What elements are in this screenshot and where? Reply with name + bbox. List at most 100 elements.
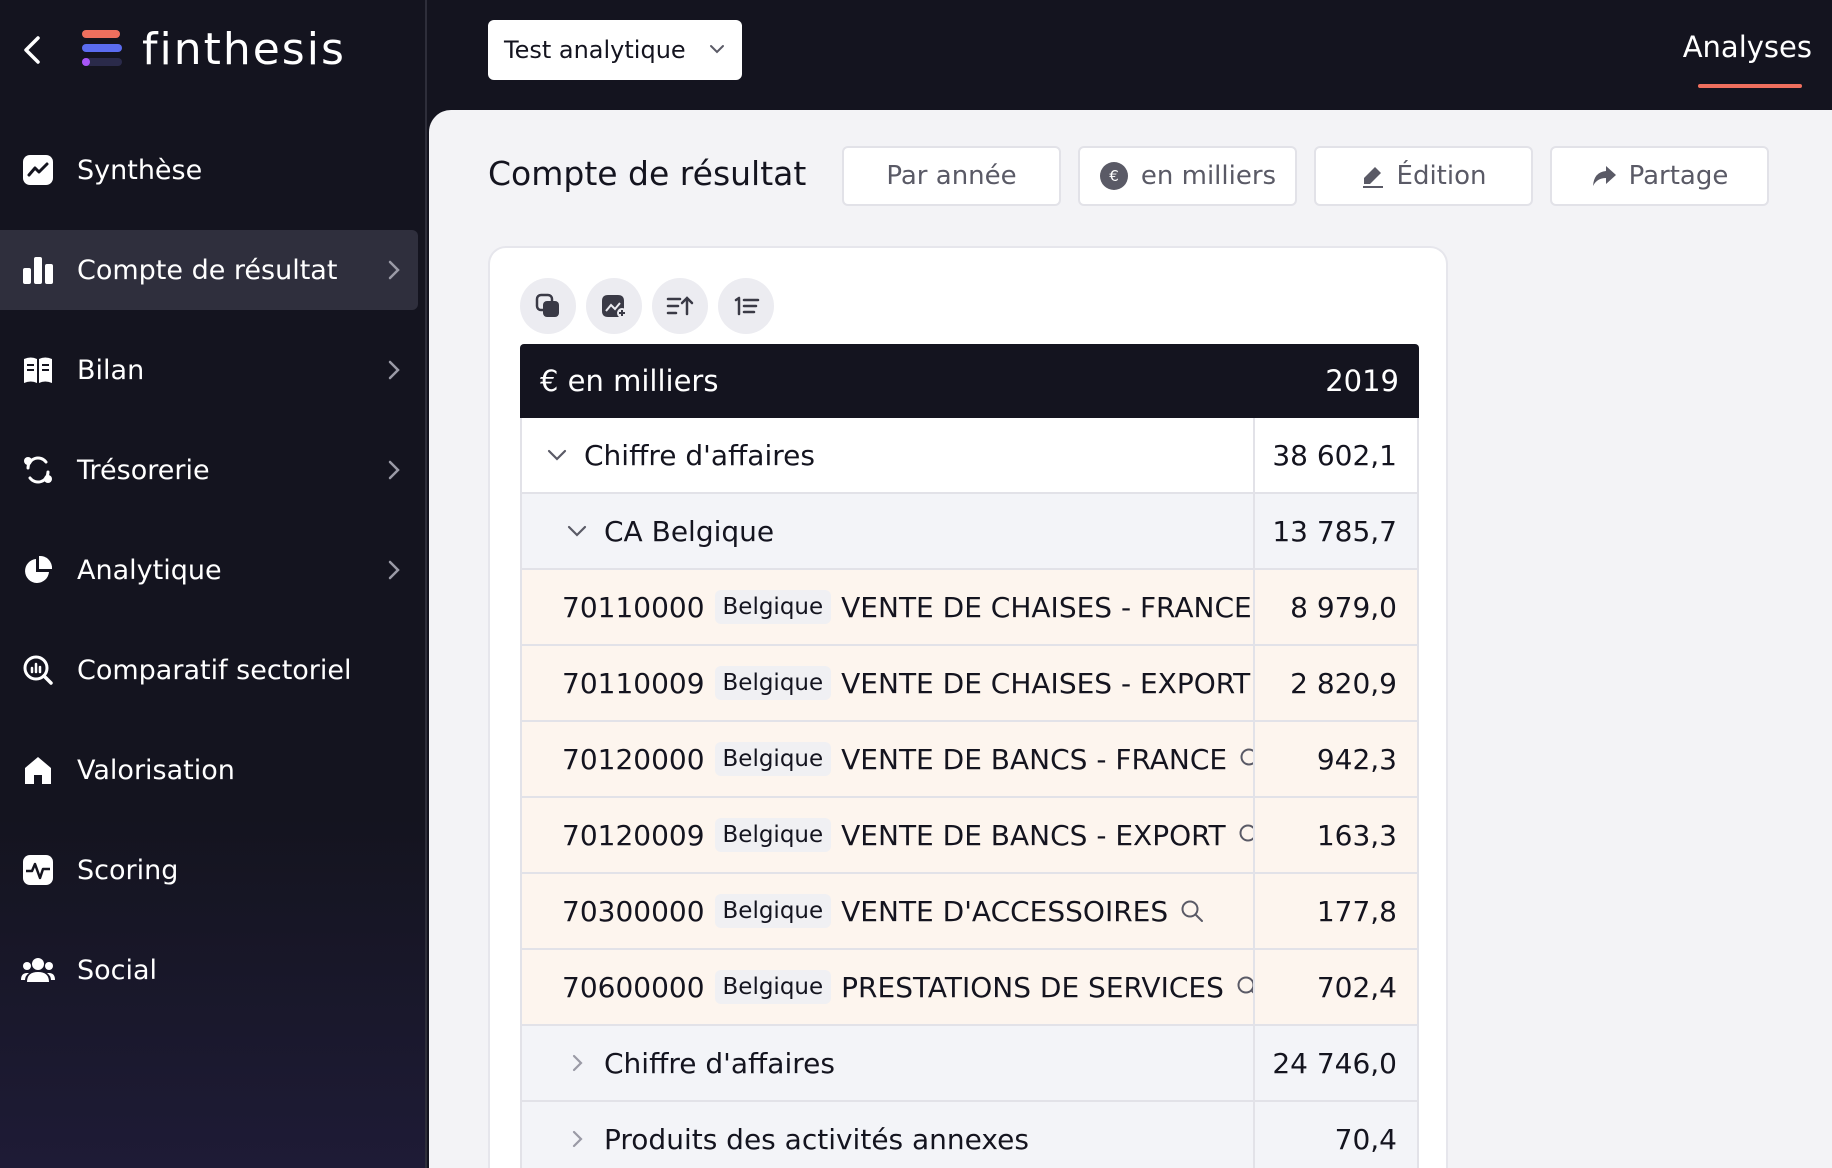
row-label: CA Belgique [604, 514, 775, 548]
chart-line-icon [21, 153, 55, 187]
search-icon[interactable] [1236, 975, 1253, 999]
row-value: 942,3 [1316, 742, 1397, 776]
sidebar-item-comparatif-sectoriel[interactable]: Comparatif sectoriel [0, 630, 418, 710]
copy-icon[interactable] [520, 278, 576, 334]
segment-tag: Belgique [714, 666, 832, 700]
bar-chart-icon [21, 253, 55, 287]
segment-tag: Belgique [714, 590, 832, 624]
tab-active-indicator [1698, 84, 1802, 88]
tab-analyses[interactable]: Analyses [1683, 30, 1812, 64]
logo-row: finthesis [0, 24, 427, 76]
chevron-down-icon [710, 45, 724, 54]
sidebar-item-label: Comparatif sectoriel [77, 654, 352, 686]
search-icon[interactable] [1238, 823, 1253, 847]
segment-tag: Belgique [714, 894, 832, 928]
pulse-icon [21, 853, 55, 887]
svg-text:€: € [1109, 167, 1119, 185]
book-icon [21, 353, 55, 387]
sidebar-item-valorisation[interactable]: Valorisation [0, 730, 418, 810]
sidebar-item-bilan[interactable]: Bilan [0, 330, 418, 410]
topbar: Test analytique Analyses [429, 0, 1832, 110]
share-arrow-icon [1591, 164, 1617, 188]
sidebar-item-label: Analytique [77, 554, 222, 586]
row-label: Chiffre d'affaires [584, 438, 815, 472]
euro-icon: € [1099, 161, 1129, 191]
segment-tag: Belgique [714, 742, 832, 776]
table-header: € en milliers 2019 [520, 344, 1419, 418]
chevron-right-icon[interactable] [564, 1050, 590, 1076]
account-label: VENTE DE BANCS - FRANCE [841, 742, 1228, 776]
chevron-down-icon[interactable] [564, 518, 590, 544]
sidebar-item-label: Compte de résultat [77, 254, 338, 286]
period-button-label: Par année [886, 161, 1017, 191]
logo-text: finthesis [142, 24, 346, 75]
edit-button[interactable]: Édition [1314, 146, 1533, 206]
numbered-list-icon[interactable] [718, 278, 774, 334]
back-arrow-icon[interactable] [18, 32, 48, 68]
table-row[interactable]: 70300000 Belgique VENTE D'ACCESSOIRES 17… [520, 874, 1419, 950]
search-icon[interactable] [1180, 899, 1204, 923]
sidebar-nav: Synthèse Compte de résultat Bilan Trésor… [0, 130, 427, 1030]
sidebar-item-analytique[interactable]: Analytique [0, 530, 418, 610]
table-row[interactable]: 70120000 Belgique VENTE DE BANCS - FRANC… [520, 722, 1419, 798]
row-value: 2 820,9 [1290, 666, 1397, 700]
column-header-unit: € en milliers [540, 364, 719, 398]
cash-cycle-icon [21, 453, 55, 487]
segment-tag: Belgique [714, 818, 832, 852]
chevron-right-icon [386, 558, 402, 582]
account-code: 70300000 [562, 894, 705, 928]
edit-button-label: Édition [1396, 161, 1487, 191]
search-icon[interactable] [1239, 747, 1253, 771]
analysis-selector-value: Test analytique [504, 36, 686, 64]
chart-image-icon[interactable] [586, 278, 642, 334]
table-toolbar [520, 278, 774, 334]
chevron-down-icon[interactable] [544, 442, 570, 468]
main-panel: Compte de résultat Par année € en millie… [429, 110, 1832, 1168]
account-code: 70120000 [562, 742, 705, 776]
table-row[interactable]: Chiffre d'affaires 38 602,1 [520, 418, 1419, 494]
sidebar-item-label: Trésorerie [77, 454, 210, 486]
sidebar-item-label: Scoring [77, 854, 179, 886]
sidebar-item-compte-de-resultat[interactable]: Compte de résultat [0, 230, 418, 310]
table-row[interactable]: 70110000 Belgique VENTE DE CHAISES - FRA… [520, 570, 1419, 646]
table-row[interactable]: 70110009 Belgique VENTE DE CHAISES - EXP… [520, 646, 1419, 722]
table-row[interactable]: Chiffre d'affaires 24 746,0 [520, 1026, 1419, 1102]
sidebar-item-scoring[interactable]: Scoring [0, 830, 418, 910]
account-label: PRESTATIONS DE SERVICES [841, 970, 1224, 1004]
finthesis-logo-icon [80, 28, 124, 70]
row-value: 38 602,1 [1272, 438, 1397, 472]
share-button[interactable]: Partage [1550, 146, 1769, 206]
table-row[interactable]: 70600000 Belgique PRESTATIONS DE SERVICE… [520, 950, 1419, 1026]
row-value: 177,8 [1316, 894, 1397, 928]
account-label: VENTE DE BANCS - EXPORT [841, 818, 1226, 852]
sidebar-item-synthese[interactable]: Synthèse [0, 130, 418, 210]
pie-chart-icon [21, 553, 55, 587]
account-code: 70600000 [562, 970, 705, 1004]
unit-button-label: en milliers [1140, 161, 1277, 191]
account-code: 70120009 [562, 818, 705, 852]
chevron-right-icon[interactable] [564, 1126, 590, 1152]
unit-button[interactable]: € en milliers [1078, 146, 1297, 206]
row-value: 8 979,0 [1290, 590, 1397, 624]
sort-ascending-icon[interactable] [652, 278, 708, 334]
sidebar-item-social[interactable]: Social [0, 930, 418, 1010]
sidebar-item-tresorerie[interactable]: Trésorerie [0, 430, 418, 510]
sidebar-item-label: Valorisation [77, 754, 235, 786]
table-row[interactable]: CA Belgique 13 785,7 [520, 494, 1419, 570]
account-code: 70110000 [562, 590, 705, 624]
magnifier-chart-icon [21, 653, 55, 687]
analysis-selector[interactable]: Test analytique [488, 20, 742, 80]
table-row[interactable]: 70120009 Belgique VENTE DE BANCS - EXPOR… [520, 798, 1419, 874]
page-title: Compte de résultat [488, 154, 807, 193]
row-value: 13 785,7 [1272, 514, 1397, 548]
income-statement-table: € en milliers 2019 Chiffre d'affaires 38… [520, 344, 1419, 1168]
row-label: Produits des activités annexes [604, 1122, 1029, 1156]
chevron-right-icon [386, 358, 402, 382]
table-row[interactable]: Produits des activités annexes 70,4 [520, 1102, 1419, 1168]
income-statement-card: € en milliers 2019 Chiffre d'affaires 38… [488, 246, 1448, 1168]
row-label: Chiffre d'affaires [604, 1046, 835, 1080]
row-value: 163,3 [1316, 818, 1397, 852]
row-value: 702,4 [1316, 970, 1397, 1004]
share-button-label: Partage [1628, 161, 1729, 191]
period-button[interactable]: Par année [842, 146, 1061, 206]
